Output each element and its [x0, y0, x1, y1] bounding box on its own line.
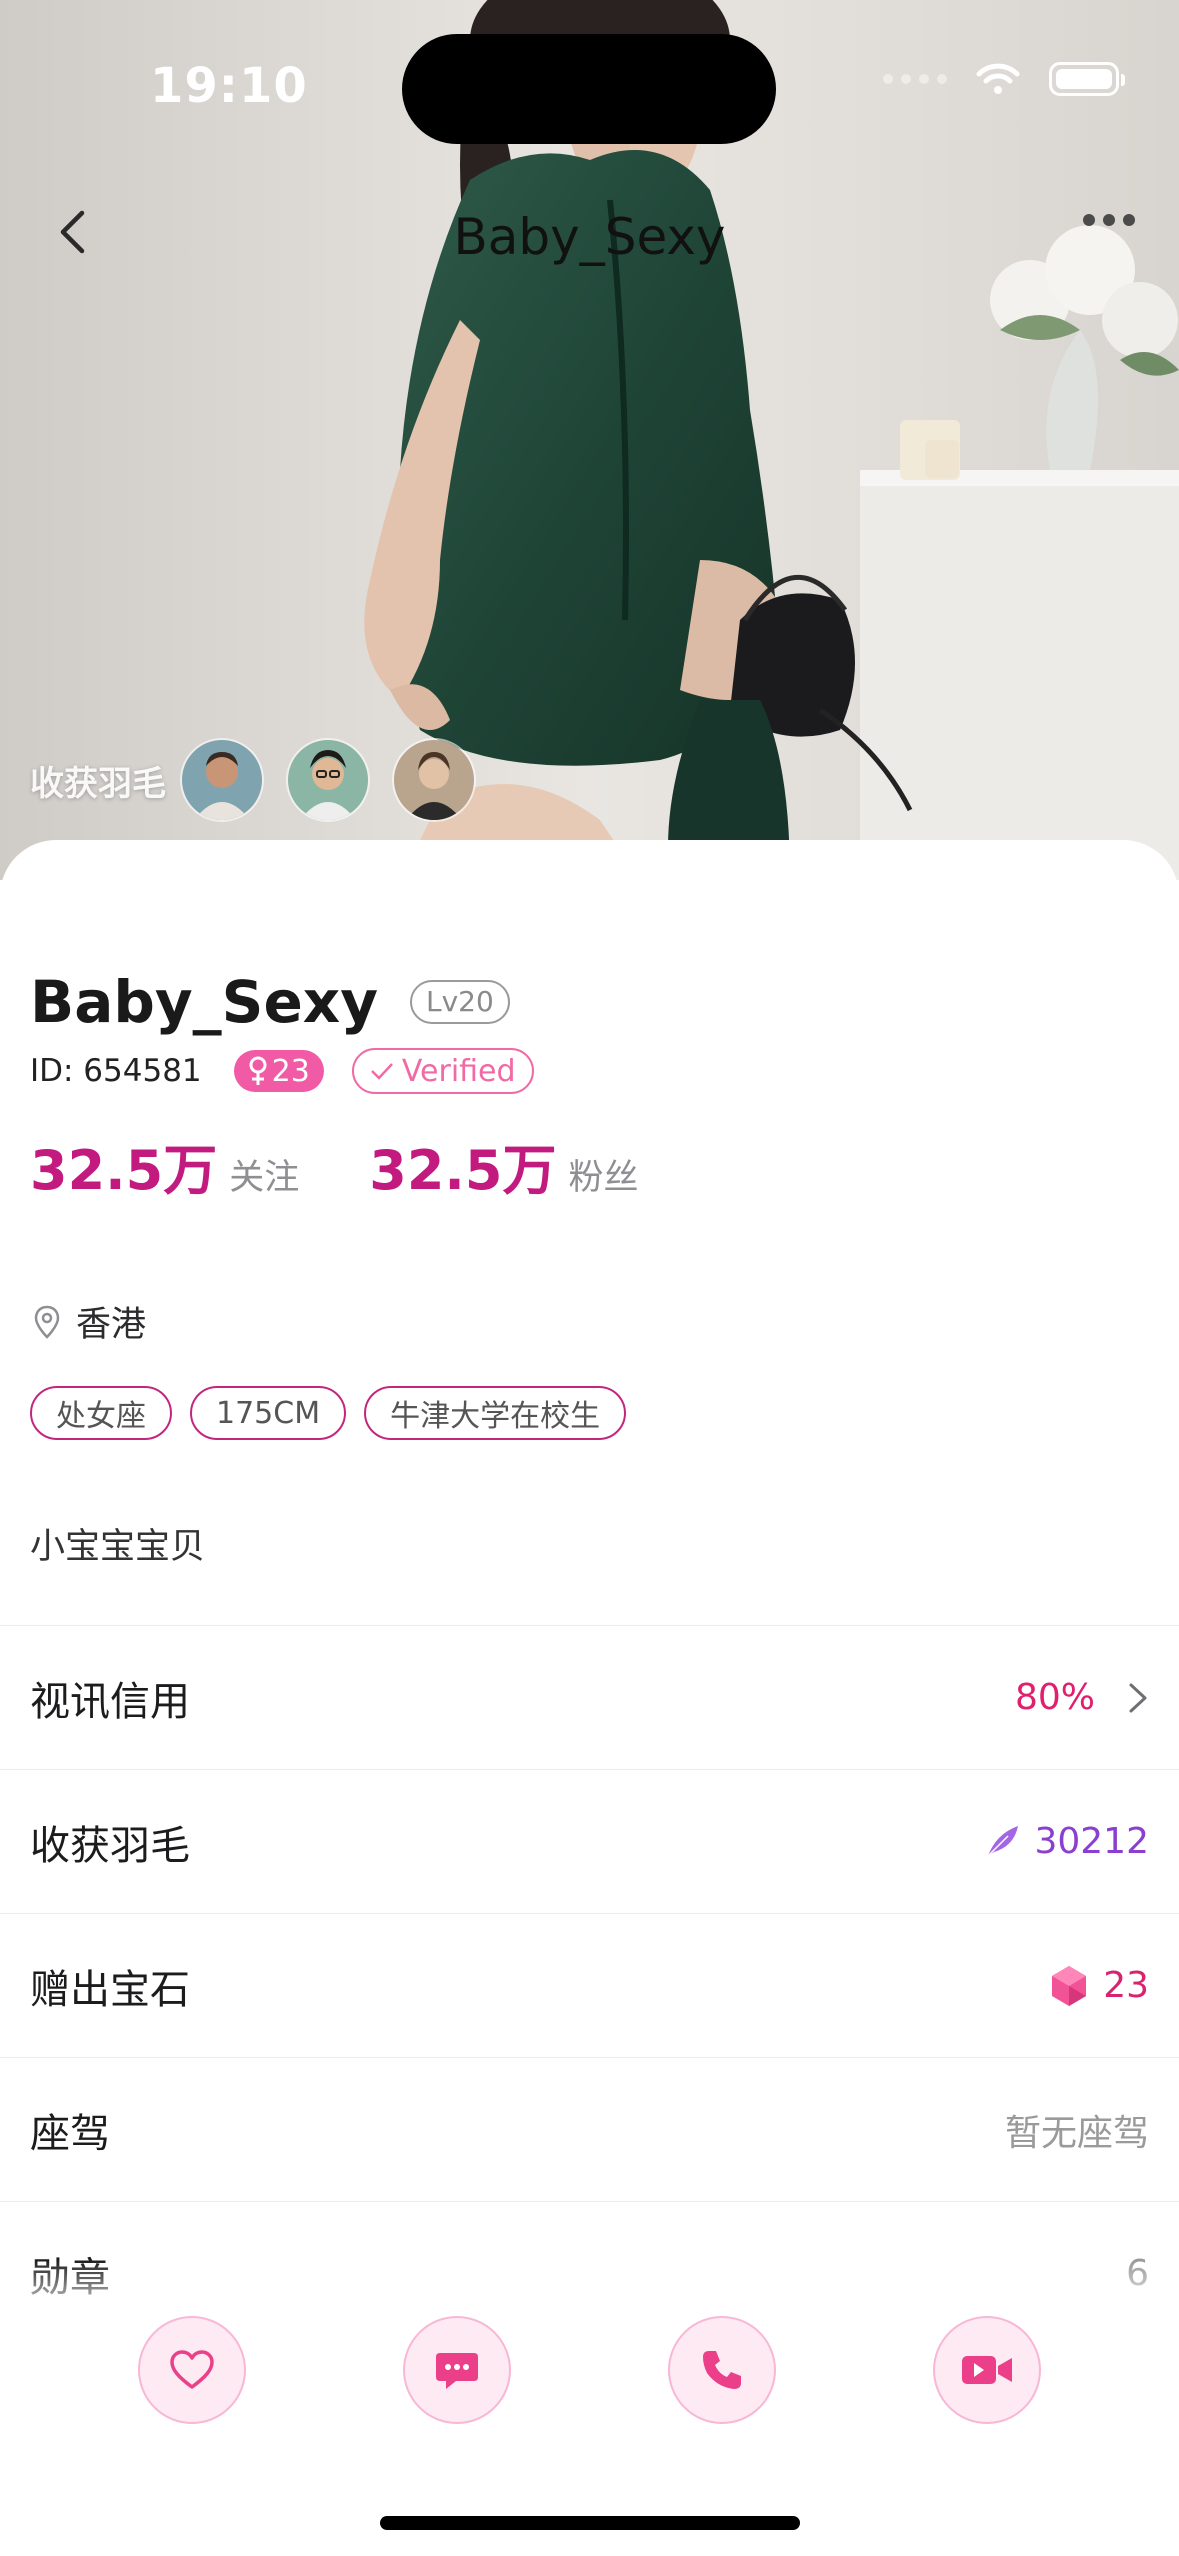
verified-badge: Verified — [351, 1048, 534, 1094]
check-icon — [370, 1063, 393, 1080]
profile-cover-photo: 19:10 Baby_Sexy 收获羽毛 — [0, 0, 1179, 880]
id-row: ID: 654581 23 Verified — [30, 1048, 534, 1094]
fans-count[interactable]: 32.5万 — [369, 1126, 556, 1205]
location-text: 香港 — [76, 1305, 147, 1345]
gender-age-badge: 23 — [233, 1050, 324, 1092]
status-icons — [883, 62, 1125, 96]
row-value: 23 — [1049, 1964, 1149, 2008]
row-title: 赠出宝石 — [30, 1966, 190, 2013]
feather-givers-label: 收获羽毛 — [30, 763, 166, 804]
vehicle-value: 暂无座驾 — [1004, 2112, 1149, 2154]
dynamic-island — [402, 34, 776, 144]
row-title: 视讯信用 — [30, 1678, 190, 1725]
feather-givers[interactable]: 收获羽毛 — [30, 738, 498, 822]
profile-name: Baby_Sexy — [30, 968, 378, 1036]
location-pin-icon — [34, 1305, 60, 1339]
female-icon — [249, 1056, 267, 1085]
age-text: 23 — [271, 1053, 310, 1089]
avatar[interactable] — [286, 738, 370, 822]
gem-count: 23 — [1103, 1965, 1149, 2006]
cellular-signal-icon — [883, 74, 947, 84]
feather-count: 30212 — [1034, 1821, 1149, 1862]
video-call-button[interactable] — [933, 2316, 1041, 2424]
feather-icon — [987, 1825, 1019, 1857]
row-title: 座驾 — [30, 2110, 110, 2157]
row-gems[interactable]: 赠出宝石 23 — [0, 1913, 1179, 2057]
message-button[interactable] — [403, 2316, 511, 2424]
row-vehicle[interactable]: 座驾 暂无座驾 — [0, 2057, 1179, 2201]
voice-call-button[interactable] — [668, 2316, 776, 2424]
tag-height: 175CM — [190, 1386, 347, 1440]
fans-label[interactable]: 粉丝 — [568, 1149, 638, 1200]
gem-icon — [1052, 1965, 1087, 2006]
stats-row: 32.5万 关注 32.5万 粉丝 — [30, 1126, 639, 1205]
like-button[interactable] — [138, 2316, 246, 2424]
bio-text: 小宝宝宝贝 — [30, 1527, 206, 1567]
bottom-action-bar — [0, 2316, 1179, 2436]
profile-tags: 处女座 175CM 牛津大学在校生 — [30, 1386, 627, 1440]
user-id: ID: 654581 — [30, 1053, 202, 1089]
row-feathers[interactable]: 收获羽毛 30212 — [0, 1769, 1179, 1913]
tag-school: 牛津大学在校生 — [364, 1386, 627, 1440]
chat-icon — [436, 2353, 478, 2389]
home-indicator — [380, 2516, 800, 2530]
following-count[interactable]: 32.5万 — [30, 1126, 217, 1205]
avatar[interactable] — [392, 738, 476, 822]
phone-icon — [703, 2351, 741, 2389]
credit-value: 80% — [1014, 1677, 1095, 1718]
row-value: 80% — [1015, 1677, 1149, 1718]
row-title: 收获羽毛 — [30, 1822, 190, 1869]
battery-icon — [1049, 62, 1125, 96]
video-icon — [962, 2356, 1012, 2384]
chevron-right-icon — [1129, 1683, 1147, 1712]
wifi-icon — [976, 63, 1020, 94]
more-dots-icon — [1083, 214, 1095, 226]
row-video-credit[interactable]: 视讯信用 80% — [0, 1625, 1179, 1769]
status-time: 19:10 — [150, 58, 308, 114]
more-button[interactable] — [1083, 214, 1135, 226]
scroll-fade — [0, 2260, 1179, 2320]
heart-icon — [170, 2350, 214, 2389]
verified-text: Verified — [401, 1053, 516, 1089]
following-label[interactable]: 关注 — [229, 1149, 299, 1200]
tag-zodiac: 处女座 — [30, 1386, 172, 1440]
name-row: Baby_Sexy Lv20 — [30, 968, 510, 1036]
level-badge: Lv20 — [410, 980, 510, 1024]
nav-title: Baby_Sexy — [453, 208, 726, 266]
row-value: 30212 — [984, 1821, 1149, 1862]
location: 香港 — [34, 1296, 146, 1347]
avatar[interactable] — [180, 738, 264, 822]
